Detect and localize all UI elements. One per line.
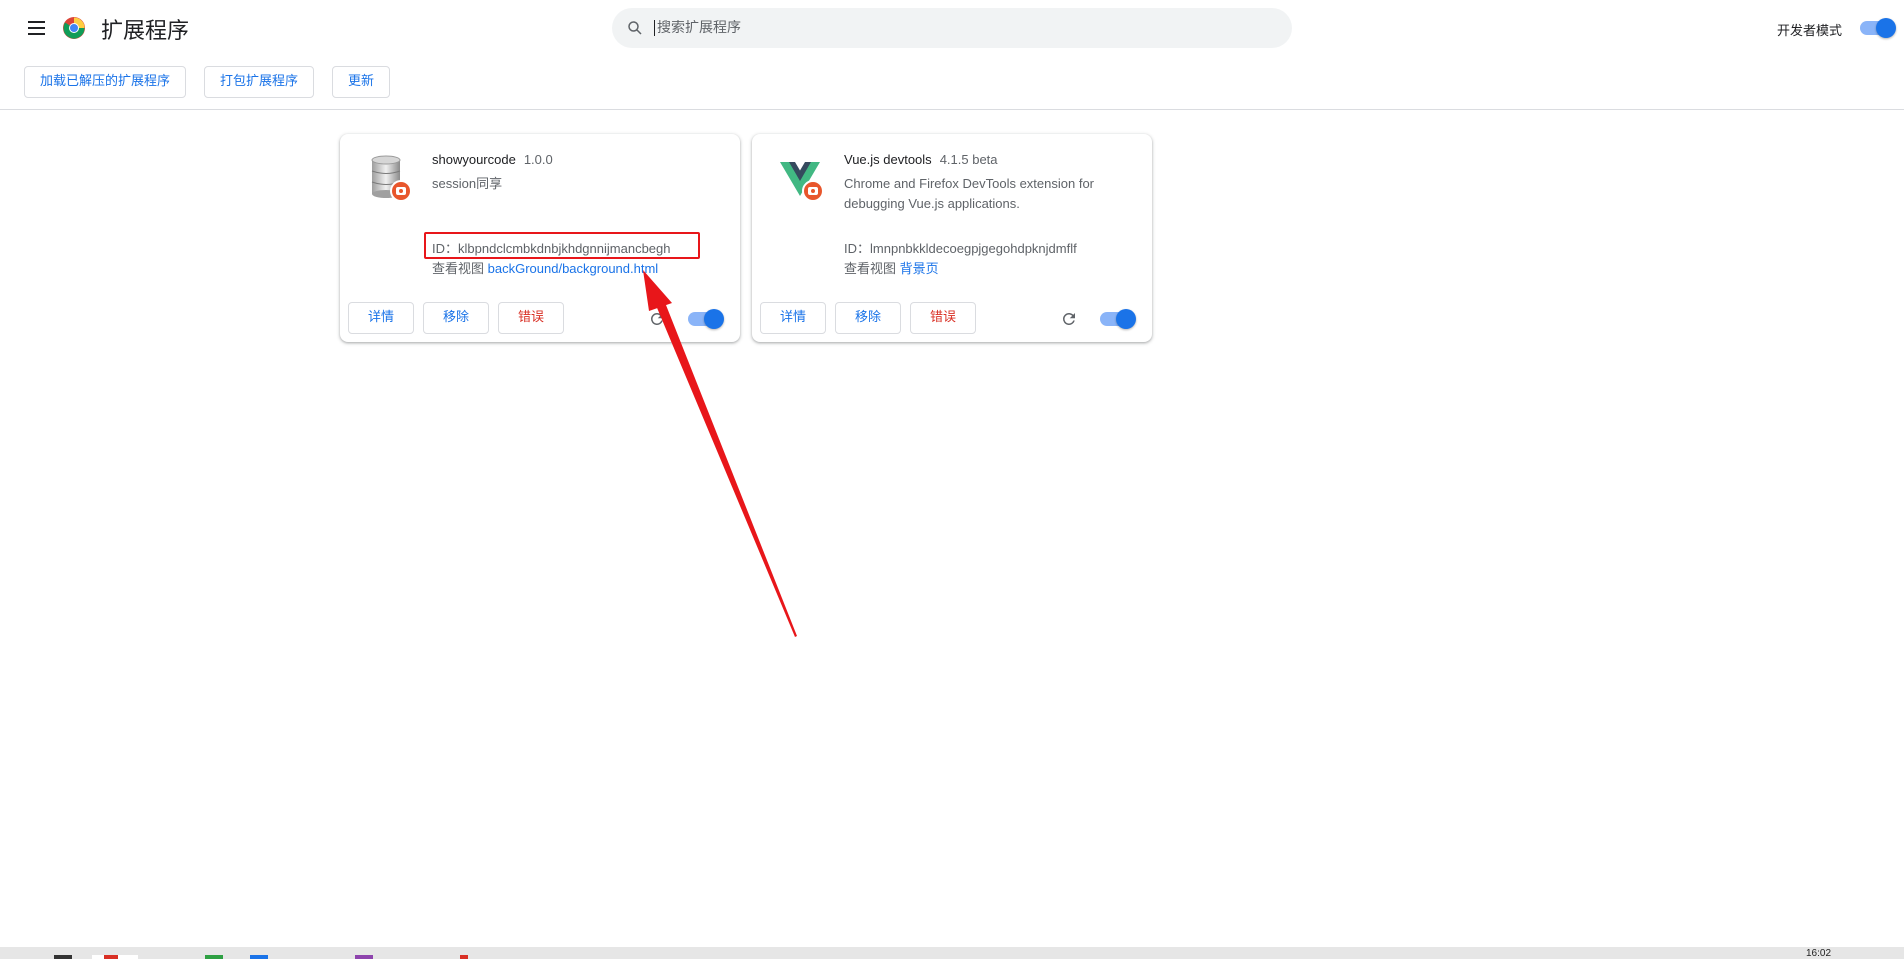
- extension-enable-toggle[interactable]: [1100, 309, 1136, 329]
- search-icon: [628, 21, 642, 35]
- taskbar: 16:02: [0, 947, 1904, 959]
- errors-button[interactable]: 错误: [498, 302, 564, 334]
- update-button[interactable]: 更新: [332, 66, 391, 98]
- chrome-taskbar-icon[interactable]: [104, 955, 118, 959]
- details-button[interactable]: 详情: [348, 302, 414, 334]
- taskbar-item[interactable]: [355, 955, 373, 959]
- extension-id-label: ID：: [844, 241, 871, 256]
- load-unpacked-button[interactable]: 加载已解压的扩展程序: [24, 66, 187, 98]
- toolbar: 加载已解压的扩展程序 打包扩展程序 更新: [0, 56, 1904, 110]
- extension-name: showyourcode: [432, 152, 516, 167]
- details-button[interactable]: 详情: [760, 302, 826, 334]
- background-page-link[interactable]: 背景页: [900, 261, 939, 276]
- errors-button[interactable]: 错误: [910, 302, 976, 334]
- extension-version: 4.1.5 beta: [939, 152, 998, 167]
- taskbar-item[interactable]: [250, 955, 268, 959]
- extension-description: Chrome and Firefox DevTools extension fo…: [844, 176, 1095, 211]
- pack-extension-button[interactable]: 打包扩展程序: [204, 66, 315, 98]
- extension-id-value: lmnpnbkkldecoegpjgegohdpknjdmflf: [870, 241, 1077, 256]
- top-bar: 扩展程序 开发者模式: [0, 0, 1904, 56]
- taskbar-clock: 16:02: [1806, 948, 1832, 959]
- background-page-link[interactable]: backGround/background.html: [488, 261, 659, 276]
- extension-card: Vue.js devtools 4.1.5 beta Chrome and Fir…: [752, 134, 1152, 342]
- search-box[interactable]: [612, 8, 1292, 48]
- taskbar-item[interactable]: [460, 955, 468, 959]
- extension-enable-toggle[interactable]: [688, 309, 724, 329]
- taskbar-item[interactable]: [205, 955, 223, 959]
- dev-mode-label: 开发者模式: [1777, 24, 1843, 39]
- extension-views: 查看视图 backGround/background.html: [432, 258, 658, 277]
- menu-icon[interactable]: [24, 16, 50, 40]
- developer-badge-icon: [802, 180, 824, 202]
- extension-views: 查看视图 背景页: [844, 258, 939, 277]
- dev-mode-toggle[interactable]: [1860, 18, 1896, 38]
- annotation-highlight-box: [424, 232, 700, 259]
- extension-description: session同享: [432, 176, 503, 191]
- search-input[interactable]: [654, 20, 1274, 36]
- chrome-logo-icon: [63, 17, 85, 39]
- developer-badge-icon: [390, 180, 412, 202]
- remove-button[interactable]: 移除: [835, 302, 901, 334]
- extension-version: 1.0.0: [523, 152, 553, 167]
- reload-icon[interactable]: [1060, 310, 1078, 328]
- taskbar-item[interactable]: [54, 955, 72, 959]
- reload-icon[interactable]: [648, 310, 666, 328]
- views-label: 查看视图: [432, 261, 485, 276]
- remove-button[interactable]: 移除: [423, 302, 489, 334]
- extension-id: ID：lmnpnbkkldecoegpjgegohdpknjdmflf: [844, 238, 1077, 257]
- views-label: 查看视图: [844, 261, 897, 276]
- page-title: 扩展程序: [101, 19, 190, 44]
- extension-name: Vue.js devtools: [844, 152, 932, 167]
